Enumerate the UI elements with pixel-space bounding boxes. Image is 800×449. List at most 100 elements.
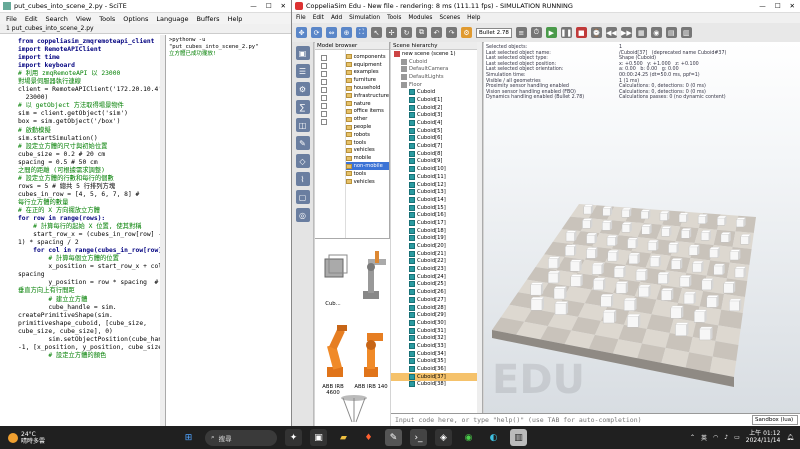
cube-object[interactable] [728,298,742,312]
tree-expander[interactable] [321,61,345,69]
hierarchy-cube-item[interactable]: Cuboid[9] [391,158,482,166]
cube-object[interactable] [640,209,651,220]
menu-item[interactable]: Modules [408,15,432,21]
slow-down-icon[interactable]: ◀◀ [605,27,617,38]
lua-command-input[interactable] [391,414,752,426]
cube-object[interactable] [602,206,613,216]
hierarchy-cube-item[interactable]: Cuboid[1] [391,96,482,104]
hierarchy-cube-item[interactable]: Cuboid[8] [391,150,482,158]
weather-widget[interactable]: 24°C 晴時多雲 [0,431,45,445]
hierarchy-cube-item[interactable]: Cuboid[17] [391,219,482,227]
cube-object[interactable] [647,239,659,251]
cube-object[interactable] [583,204,594,215]
cube-object[interactable] [530,297,545,311]
menu-item[interactable]: Options [123,15,148,23]
cube-object[interactable] [569,259,583,272]
ime-indicator[interactable]: 英 [701,433,707,442]
undo-icon[interactable]: ↶ [431,27,442,38]
cube-object[interactable] [547,270,561,284]
cube-object[interactable] [693,309,708,323]
menu-item[interactable]: Tools [99,15,115,23]
scripts-icon[interactable]: ✎ [295,136,310,150]
wifi-icon[interactable]: ◠ [713,434,718,441]
tree-expander[interactable] [321,77,345,85]
cube-object[interactable] [668,242,680,254]
hierarchy-cube-item[interactable]: Cuboid[15] [391,204,482,212]
hierarchy-cube-item[interactable]: Cuboid[4] [391,119,482,127]
cube-object[interactable] [713,263,726,276]
hierarchy-cube-item[interactable]: Cuboid[31] [391,327,482,335]
cube-object[interactable] [606,235,618,247]
tree-expander[interactable] [321,53,345,61]
hierarchy-cube-item[interactable]: Cuboid [391,88,482,96]
cube-object[interactable] [641,224,653,235]
file-explorer-icon[interactable]: ▰ [335,429,352,446]
hierarchy-cube-item[interactable]: Cuboid[25] [391,281,482,289]
cube-object[interactable] [699,326,713,341]
zoom-view-icon[interactable]: ⊕ [341,27,352,38]
cube-object[interactable] [586,232,598,244]
menu-item[interactable]: Help [467,15,480,21]
move-view-icon[interactable]: ✥ [296,27,307,38]
cube-object[interactable] [582,218,593,229]
threaded-rendering-icon[interactable]: ▦ [635,27,647,38]
menu-item[interactable]: Add [331,15,342,21]
pause-icon[interactable]: ❚❚ [561,27,572,38]
bell-icon[interactable]: 🔔︎ [786,434,794,441]
selection-icon[interactable]: ▢ [295,190,310,204]
cube-object[interactable] [586,247,598,259]
hierarchy-cube-item[interactable]: Cuboid[37] [391,372,482,381]
minimize-icon[interactable]: — [759,2,766,10]
object-shift-icon[interactable]: ✢ [386,27,397,38]
cube-object[interactable] [720,232,732,243]
folder-item[interactable]: vehicles [345,178,389,186]
shapes-edit-icon[interactable]: ◇ [295,154,310,168]
hierarchy-cube-item[interactable]: Cuboid[7] [391,142,482,150]
hierarchy-cube-item[interactable]: Cuboid[20] [391,242,482,250]
cube-object[interactable] [621,207,632,218]
copilot-icon[interactable]: ✦ [285,429,302,446]
hierarchy-cube-item[interactable]: Cuboid[28] [391,304,482,312]
hierarchy-cube-item[interactable]: Cuboid[6] [391,135,482,143]
folder-item[interactable]: infrastructure [345,92,389,100]
hierarchy-cube-item[interactable]: Cuboid[10] [391,165,482,173]
tree-expander[interactable] [321,109,345,117]
close-icon[interactable]: ✕ [790,2,795,10]
cube-object[interactable] [660,288,674,301]
cube-object[interactable] [675,322,689,336]
abb-140-thumb[interactable] [355,319,387,381]
calculation-modules-icon[interactable]: ∑ [295,100,310,114]
assemble-icon[interactable]: ⧉ [416,27,427,38]
cube-object[interactable] [554,301,569,315]
hierarchy-cube-item[interactable]: Cuboid[34] [391,350,482,358]
folder-item[interactable]: furniture [345,76,389,84]
tree-expander[interactable] [321,101,345,109]
path-edit-icon[interactable]: ⌇ [295,172,310,186]
terminal-icon[interactable]: ›_ [410,429,427,446]
folder-item[interactable]: nature [345,100,389,108]
shift-view-icon[interactable]: ⇔ [326,27,337,38]
cube-object[interactable] [570,274,584,287]
cube-object[interactable] [615,281,629,294]
cube-object[interactable] [740,234,751,245]
cube-object[interactable] [659,211,670,221]
cube-object[interactable] [607,250,619,262]
menu-item[interactable]: Edit [313,15,324,21]
hierarchy-item[interactable]: DefaultCamera [391,65,482,73]
hierarchy-cube-item[interactable]: Cuboid[24] [391,273,482,281]
folder-item[interactable]: tools [345,170,389,178]
folder-item[interactable]: equipment [345,61,389,69]
cube-object[interactable] [679,275,692,287]
hierarchy-cube-item[interactable]: Cuboid[21] [391,250,482,258]
toggle-visualization-icon[interactable]: ◉ [650,27,662,38]
cube-object[interactable] [547,256,561,269]
extra-app-icon[interactable]: ▥ [510,429,527,446]
speed-up-icon[interactable]: ▶▶ [620,27,632,38]
cube-object[interactable] [635,268,648,281]
menu-item[interactable]: Scenes [439,15,460,21]
realtime-icon[interactable]: ⌚ [590,27,602,38]
model-icon[interactable]: ◎ [295,208,310,222]
cube-object[interactable] [729,249,741,261]
hierarchy-cube-item[interactable]: Cuboid[35] [391,358,482,366]
scite-taskbar-icon[interactable]: ✎ [385,429,402,446]
